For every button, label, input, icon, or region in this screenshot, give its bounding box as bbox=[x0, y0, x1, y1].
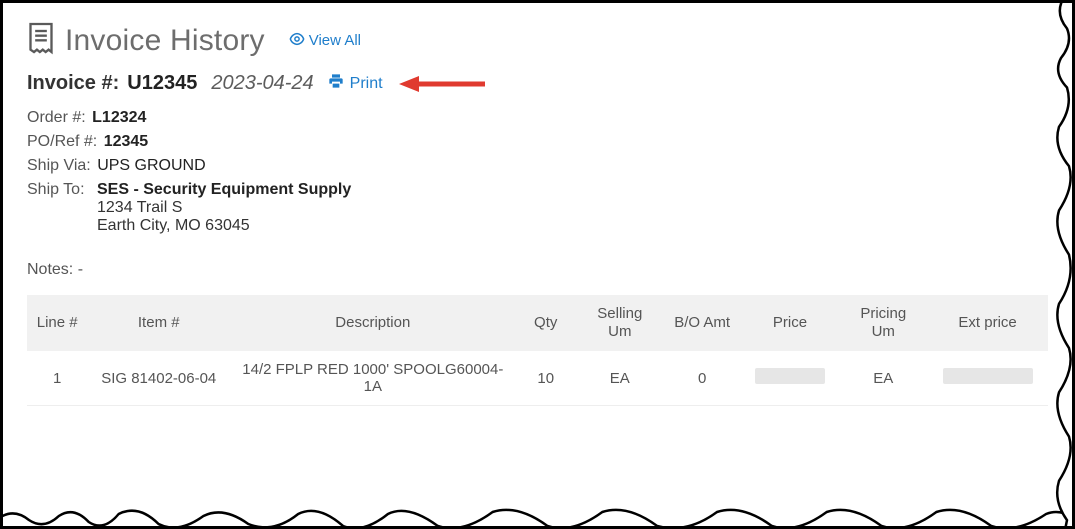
table-row: 1 SIG 81402-06-04 14/2 FPLP RED 1000' SP… bbox=[27, 351, 1048, 406]
cell-ext bbox=[927, 351, 1048, 406]
items-table: Line # Item # Description Qty Selling Um… bbox=[27, 295, 1048, 406]
redacted-block bbox=[943, 368, 1033, 384]
poref-value: 12345 bbox=[104, 133, 149, 150]
receipt-icon bbox=[27, 21, 55, 60]
print-link[interactable]: Print bbox=[328, 73, 383, 94]
shipto-addr1: 1234 Trail S bbox=[97, 199, 1048, 217]
torn-edge-bottom bbox=[0, 504, 1075, 529]
col-line: Line # bbox=[27, 295, 87, 351]
items-thead: Line # Item # Description Qty Selling Um… bbox=[27, 295, 1048, 351]
cell-qty: 10 bbox=[516, 351, 576, 406]
notes-label: Notes: bbox=[27, 261, 73, 278]
poref-row: PO/Ref #: 12345 bbox=[27, 133, 1048, 151]
annotation-arrow bbox=[397, 73, 487, 95]
shipvia-value: UPS GROUND bbox=[97, 157, 205, 174]
cell-item: SIG 81402-06-04 bbox=[87, 351, 230, 406]
cell-sell-um: EA bbox=[576, 351, 664, 406]
cell-price bbox=[741, 351, 840, 406]
col-pric-um: Pricing Um bbox=[839, 295, 927, 351]
view-all-label: View All bbox=[309, 32, 361, 49]
col-sell-um: Selling Um bbox=[576, 295, 664, 351]
cell-bo-amt: 0 bbox=[664, 351, 741, 406]
shipto-name: SES - Security Equipment Supply bbox=[97, 181, 351, 198]
invoice-date: 2023-04-24 bbox=[211, 72, 313, 95]
torn-edge-right bbox=[1053, 0, 1075, 529]
shipto-block: Ship To: SES - Security Equipment Supply… bbox=[27, 181, 1048, 235]
eye-icon bbox=[289, 31, 305, 51]
col-ext: Ext price bbox=[927, 295, 1048, 351]
poref-label: PO/Ref #: bbox=[27, 133, 97, 150]
col-bo-amt: B/O Amt bbox=[664, 295, 741, 351]
col-price: Price bbox=[741, 295, 840, 351]
shipto-addr2: Earth City, MO 63045 bbox=[97, 217, 1048, 235]
cell-pric-um: EA bbox=[839, 351, 927, 406]
invoice-label: Invoice #: bbox=[27, 72, 119, 95]
redacted-block bbox=[755, 368, 825, 384]
shipto-label: Ship To: bbox=[27, 181, 85, 198]
shipvia-row: Ship Via: UPS GROUND bbox=[27, 157, 1048, 175]
shipvia-label: Ship Via: bbox=[27, 157, 91, 174]
order-value: L12324 bbox=[92, 109, 146, 126]
order-row: Order #: L12324 bbox=[27, 109, 1048, 127]
notes-value: - bbox=[78, 261, 83, 278]
col-desc: Description bbox=[230, 295, 515, 351]
page-title: Invoice History bbox=[65, 24, 265, 58]
col-qty: Qty bbox=[516, 295, 576, 351]
cell-line: 1 bbox=[27, 351, 87, 406]
cell-desc: 14/2 FPLP RED 1000' SPOOLG60004-1A bbox=[230, 351, 515, 406]
col-item: Item # bbox=[87, 295, 230, 351]
order-label: Order #: bbox=[27, 109, 86, 126]
view-all-link[interactable]: View All bbox=[289, 31, 361, 51]
print-label: Print bbox=[350, 75, 383, 93]
invoice-number: U12345 bbox=[127, 72, 197, 95]
invoice-header-line: Invoice #: U12345 2023-04-24 Print bbox=[27, 72, 1048, 95]
title-row: Invoice History View All bbox=[27, 21, 1048, 60]
printer-icon bbox=[328, 73, 344, 94]
notes-row: Notes: - bbox=[27, 261, 1048, 279]
page-frame: Invoice History View All Invoice #: U123… bbox=[0, 0, 1075, 529]
